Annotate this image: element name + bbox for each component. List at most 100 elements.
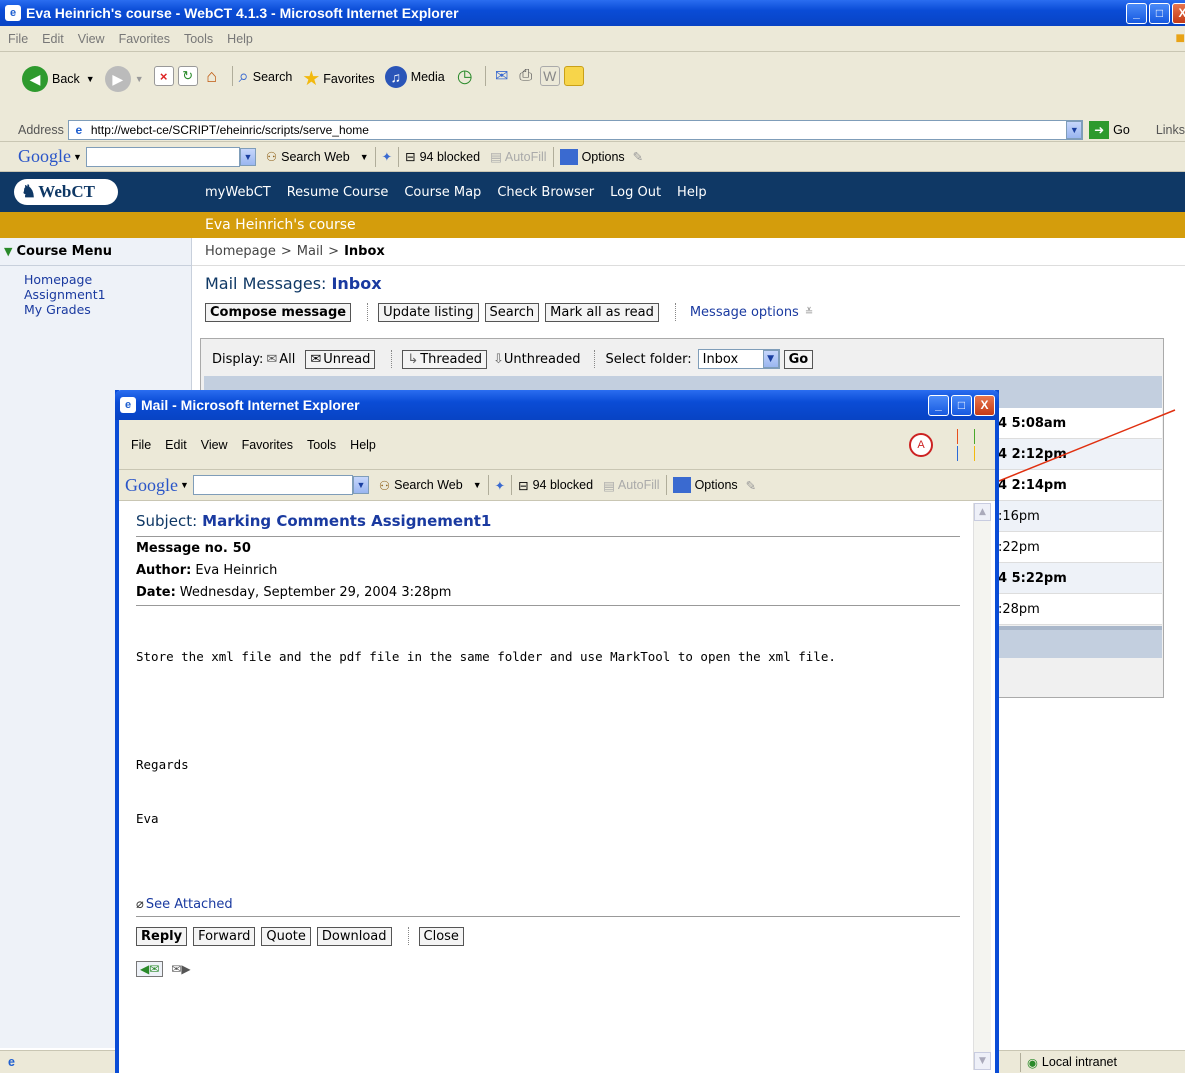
autofill-button[interactable]: AutoFill bbox=[505, 150, 547, 164]
chevron-down-icon: ▼ bbox=[180, 480, 189, 490]
nav-help[interactable]: Help bbox=[677, 185, 707, 200]
forward-button[interactable]: ▶ ▼ bbox=[104, 66, 144, 92]
menu-favorites[interactable]: Favorites bbox=[119, 32, 170, 46]
mail-google-search-web-button[interactable]: Search Web bbox=[394, 478, 463, 492]
windows-logo-icon: ■ bbox=[1175, 29, 1185, 47]
go-button[interactable]: Go bbox=[1113, 123, 1130, 137]
mail-menu-favorites[interactable]: Favorites bbox=[242, 438, 293, 452]
course-menu-homepage[interactable]: Homepage bbox=[24, 272, 191, 287]
mail-google-options-button[interactable]: Options bbox=[695, 478, 738, 492]
mark-all-read-button[interactable]: Mark all as read bbox=[545, 302, 659, 322]
home-icon[interactable]: ⌂ bbox=[202, 66, 222, 86]
quote-button[interactable]: Quote bbox=[261, 926, 311, 946]
popup-blocked-count[interactable]: 94 blocked bbox=[420, 150, 480, 164]
back-button[interactable]: ◀ Back ▼ bbox=[22, 66, 95, 92]
display-all-link[interactable]: All bbox=[279, 352, 295, 367]
search-button[interactable]: ⌕ Search bbox=[239, 66, 293, 87]
mail-body: Store the xml file and the pdf file in t… bbox=[136, 649, 836, 826]
mail-window-title: Mail - Microsoft Internet Explorer bbox=[141, 397, 360, 413]
favorites-button[interactable]: ★ Favorites bbox=[302, 66, 374, 91]
stop-icon[interactable]: × bbox=[153, 66, 174, 86]
menu-tools[interactable]: Tools bbox=[184, 32, 213, 46]
google-options-button[interactable]: Options bbox=[582, 150, 625, 164]
mail-icon[interactable]: ✉ bbox=[492, 66, 512, 86]
google-logo[interactable]: Google bbox=[125, 475, 178, 496]
pdf-icon[interactable]: A bbox=[909, 432, 933, 457]
main-title-bar[interactable]: e Eva Heinrich's course - WebCT 4.1.3 - … bbox=[0, 0, 1185, 26]
menu-edit[interactable]: Edit bbox=[42, 32, 64, 46]
message-row-time[interactable]: 4 5:22pm bbox=[994, 563, 1162, 594]
address-dropdown-icon[interactable]: ▼ bbox=[1066, 120, 1083, 139]
next-message-icon[interactable]: ✉▶ bbox=[171, 962, 190, 976]
mail-menu-view[interactable]: View bbox=[201, 438, 228, 452]
reply-button[interactable]: Reply bbox=[136, 926, 188, 946]
message-row-time[interactable]: :22pm bbox=[994, 532, 1162, 563]
menu-help[interactable]: Help bbox=[227, 32, 253, 46]
search-icon: ⌕ bbox=[238, 66, 249, 86]
breadcrumb-homepage[interactable]: Homepage bbox=[205, 244, 276, 259]
unthreaded-view-link[interactable]: Unthreaded bbox=[504, 352, 581, 367]
search-mail-button[interactable]: Search bbox=[484, 302, 540, 322]
close-mail-button[interactable]: Close bbox=[418, 926, 464, 946]
minimize-button[interactable]: _ bbox=[1126, 2, 1147, 24]
annotation-arrow bbox=[981, 409, 1176, 489]
course-menu-assignment1[interactable]: Assignment1 bbox=[24, 287, 191, 302]
folder-go-button[interactable]: Go bbox=[783, 349, 814, 369]
course-menu-header[interactable]: ▼ Course Menu bbox=[0, 238, 191, 266]
mail-minimize-button[interactable]: _ bbox=[928, 394, 949, 416]
nav-log-out[interactable]: Log Out bbox=[610, 185, 661, 200]
edit-icon[interactable]: W bbox=[539, 66, 560, 86]
webct-logo: ♞ WebCT bbox=[14, 179, 118, 205]
google-dropdown-icon[interactable]: ▼ bbox=[352, 476, 369, 494]
maximize-button[interactable]: □ bbox=[1149, 2, 1170, 24]
google-dropdown-icon[interactable]: ▼ bbox=[239, 147, 256, 166]
history-icon[interactable]: ◷ bbox=[455, 66, 475, 86]
folder-select[interactable]: Inbox ▼ bbox=[697, 349, 780, 369]
previous-message-icon[interactable]: ◀✉ bbox=[136, 961, 164, 977]
go-arrow-icon[interactable]: ➜ bbox=[1089, 120, 1110, 139]
course-menu-my-grades[interactable]: My Grades bbox=[24, 302, 191, 317]
mail-maximize-button[interactable]: □ bbox=[951, 394, 972, 416]
message-row-time[interactable]: :16pm bbox=[994, 501, 1162, 532]
nav-resume-course[interactable]: Resume Course bbox=[287, 185, 389, 200]
mail-autofill-button[interactable]: AutoFill bbox=[618, 478, 660, 492]
menu-file[interactable]: File bbox=[8, 32, 28, 46]
close-button[interactable]: X bbox=[1172, 2, 1185, 24]
refresh-icon[interactable]: ↻ bbox=[177, 66, 198, 86]
media-button[interactable]: ♫ Media bbox=[384, 66, 445, 88]
popup-blocker-icon: ⊟ bbox=[518, 478, 529, 493]
address-input[interactable]: e http://webct-ce/SCRIPT/eheinric/script… bbox=[67, 119, 1084, 140]
mail-menu-file[interactable]: File bbox=[131, 438, 151, 452]
print-icon[interactable]: ⎙ bbox=[516, 66, 536, 86]
download-button[interactable]: Download bbox=[316, 926, 392, 946]
scroll-up-icon[interactable]: ▲ bbox=[974, 503, 991, 521]
mail-menu-edit[interactable]: Edit bbox=[165, 438, 187, 452]
display-unread-button[interactable]: ✉ Unread bbox=[305, 349, 376, 369]
mail-title-bar[interactable]: e Mail - Microsoft Internet Explorer _ □… bbox=[115, 390, 999, 420]
links-label[interactable]: Links bbox=[1156, 123, 1185, 137]
breadcrumb-mail[interactable]: Mail bbox=[297, 244, 323, 259]
menu-view[interactable]: View bbox=[78, 32, 105, 46]
google-search-web-button[interactable]: Search Web bbox=[281, 150, 350, 164]
nav-course-map[interactable]: Course Map bbox=[404, 185, 481, 200]
google-logo[interactable]: Google bbox=[18, 146, 71, 167]
mail-scrollbar[interactable]: ▲ ▼ bbox=[973, 503, 991, 1070]
double-chevron-icon: ≚ bbox=[804, 306, 814, 318]
mail-menu-tools[interactable]: Tools bbox=[307, 438, 336, 452]
compose-message-button[interactable]: Compose message bbox=[205, 302, 352, 322]
message-row-time[interactable]: :28pm bbox=[994, 594, 1162, 625]
update-listing-button[interactable]: Update listing bbox=[378, 302, 479, 322]
mail-popup-blocked-count[interactable]: 94 blocked bbox=[533, 478, 593, 492]
threaded-view-button[interactable]: ↳ Threaded bbox=[402, 349, 487, 369]
mail-close-window-button[interactable]: X bbox=[974, 394, 995, 416]
mail-google-search-input[interactable] bbox=[192, 475, 353, 495]
google-search-input[interactable] bbox=[85, 146, 240, 167]
forward-mail-button[interactable]: Forward bbox=[193, 926, 256, 946]
message-options-link[interactable]: Message options bbox=[690, 305, 799, 320]
messenger-icon[interactable] bbox=[563, 66, 584, 86]
see-attached-link[interactable]: ⌀ See Attached bbox=[136, 894, 960, 914]
scroll-down-icon[interactable]: ▼ bbox=[974, 1052, 991, 1070]
mail-menu-help[interactable]: Help bbox=[350, 438, 376, 452]
nav-check-browser[interactable]: Check Browser bbox=[497, 185, 594, 200]
nav-mywebct[interactable]: myWebCT bbox=[205, 185, 271, 200]
